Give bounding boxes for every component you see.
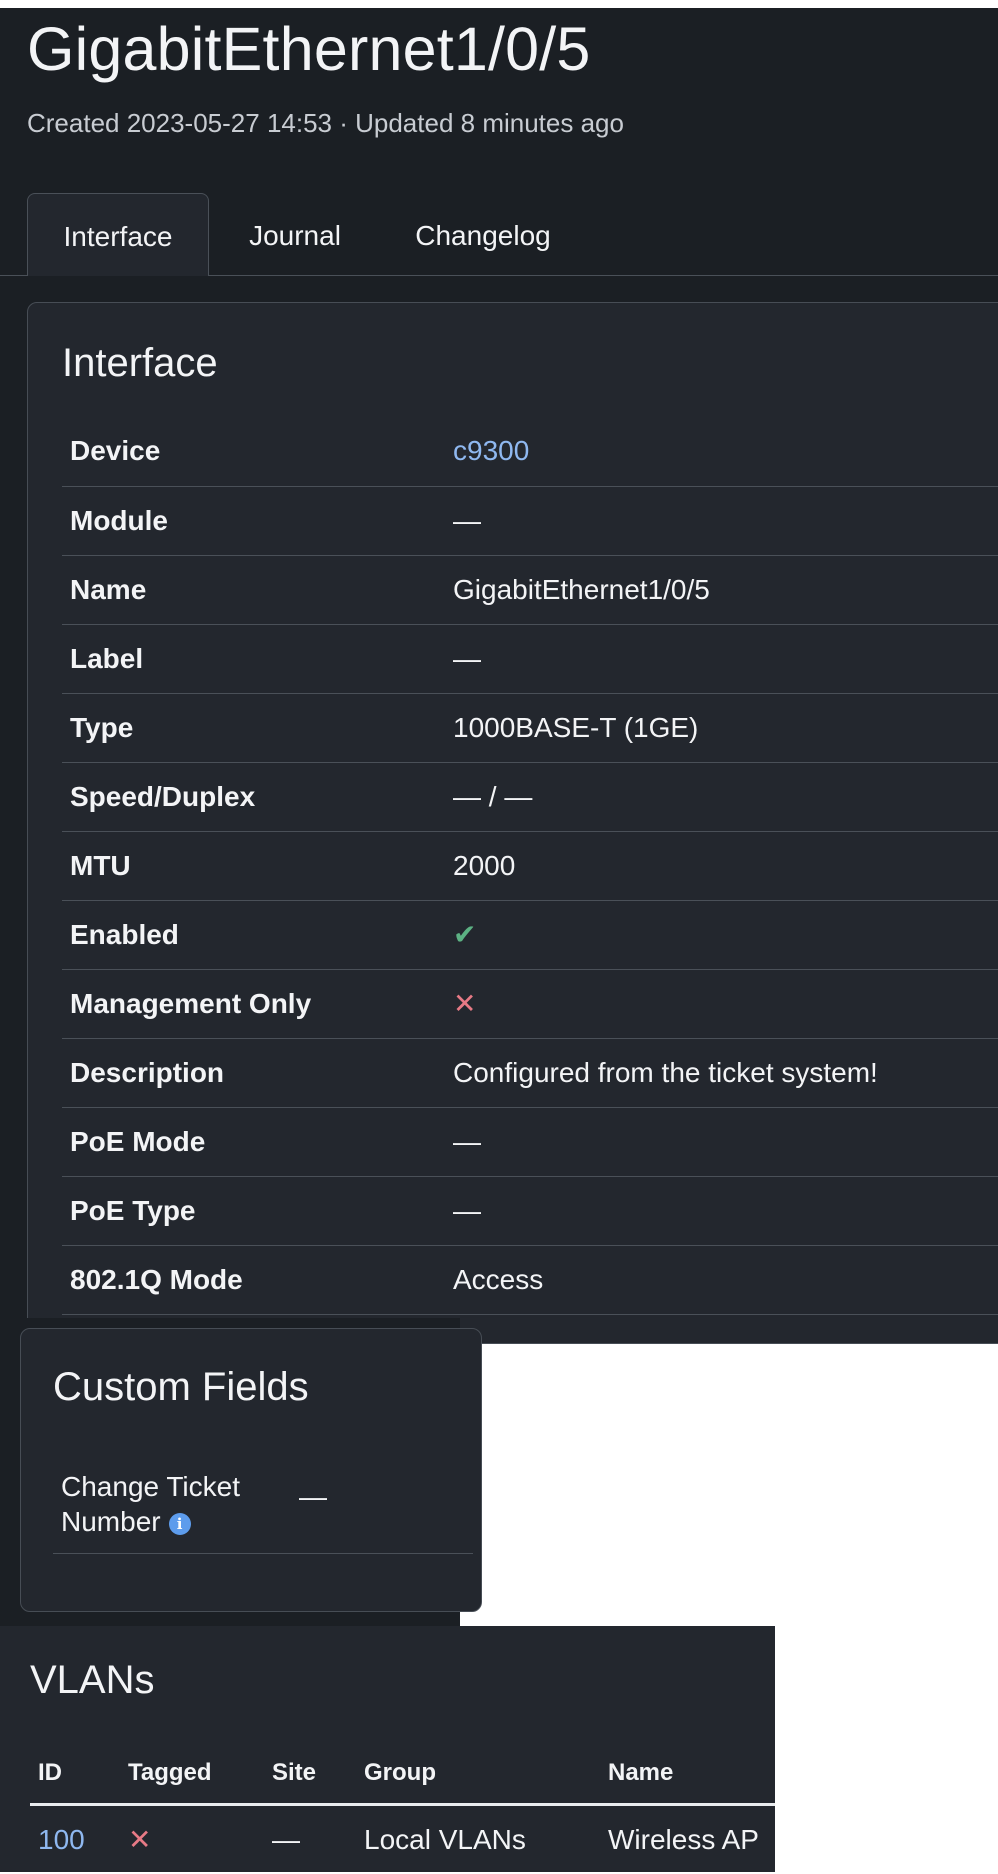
attr-label: Speed/Duplex [70,780,256,812]
vlan-site-cell: — [272,1823,300,1855]
custom-fields-card: Custom Fields Change Ticket Number i — [20,1328,482,1612]
attr-label: Label [70,642,144,674]
attr-row-device: Device c9300 [62,417,998,486]
vlan-group-cell: Local VLANs [364,1823,526,1855]
checkmark-icon: ✔ [453,919,477,950]
column-header-tagged[interactable]: Tagged [120,1744,264,1804]
attr-label: Enabled [70,918,179,950]
attr-row-module: Module — [62,486,998,555]
attr-row-mtu: MTU 2000 [62,831,998,900]
attr-row-name: Name GigabitEthernet1/0/5 [62,555,998,624]
vlan-tagged-cell: ✕ [120,1804,264,1874]
page-subtitle: Created 2023-05-27 14:53 · Updated 8 min… [27,108,624,138]
attr-value: — [453,504,481,536]
interface-card: Interface Device c9300 Module — Name Gig… [27,302,998,1344]
column-header-name[interactable]: Name [600,1744,775,1804]
tab-bar: Interface Journal Changelog [0,193,998,276]
attr-label: Device [70,435,161,467]
column-header-id[interactable]: ID [30,1744,120,1804]
custom-field-name: Change Ticket Number [61,1471,240,1537]
attr-row-label: Label — [62,624,998,693]
attr-label: PoE Type [70,1194,196,1226]
row-divider [53,1553,473,1554]
attr-label: Management Only [70,987,312,1019]
attr-row-speed-duplex: Speed/Duplex — / — [62,762,998,831]
vlan-id-link[interactable]: 100 [38,1824,85,1855]
attr-value: — [453,1194,481,1226]
column-header-group[interactable]: Group [356,1744,600,1804]
attr-label: Name [70,573,147,605]
tab-journal[interactable]: Journal [228,193,362,275]
attr-row-management-only: Management Only ✕ [62,969,998,1038]
vlan-name-cell: Wireless AP [608,1823,759,1855]
attr-label: Description [70,1056,225,1088]
attr-label: Module [70,504,168,536]
attr-value: Access [453,1263,544,1295]
attr-row-poe-type: PoE Type — [62,1176,998,1245]
attr-value: 1000BASE-T (1GE) [453,711,699,743]
card-title: VLANs [30,1658,155,1702]
attr-value: ✕ [453,969,998,1038]
attr-label: PoE Mode [70,1125,206,1157]
attr-value: Configured from the ticket system! [453,1056,878,1088]
vlan-id-cell: 100 [30,1804,120,1874]
vlans-section: VLANs ID Tagged Site Group Name 100 ✕ — … [0,1626,775,1872]
attr-value: ✔ [453,900,998,969]
attr-row-type: Type 1000BASE-T (1GE) [62,693,998,762]
attr-label: MTU [70,849,131,881]
table-header-row: ID Tagged Site Group Name [30,1744,775,1804]
card-title: Interface [62,341,218,385]
page-title: GigabitEthernet1/0/5 [27,15,591,83]
tab-interface[interactable]: Interface [27,193,209,276]
attr-label: 802.1Q Mode [70,1263,243,1295]
interface-attributes-table: Device c9300 Module — Name GigabitEthern… [62,417,998,1315]
attr-value: — / — [453,780,533,812]
table-row: 100 ✕ — Local VLANs Wireless AP [30,1804,775,1874]
attr-value: 2000 [453,849,516,881]
column-header-site[interactable]: Site [264,1744,356,1804]
device-link[interactable]: c9300 [453,435,529,466]
attr-value: — [453,642,481,674]
attr-row-poe-mode: PoE Mode — [62,1107,998,1176]
vlans-table: ID Tagged Site Group Name 100 ✕ — Local … [30,1744,775,1874]
info-icon[interactable]: i [168,1512,191,1535]
attr-value: — [453,1125,481,1157]
attr-row-description: Description Configured from the ticket s… [62,1038,998,1107]
custom-fields-section: Custom Fields Change Ticket Number i — [0,1318,482,1626]
attr-row-8021q-mode: 802.1Q Mode Access [62,1245,998,1314]
custom-field-value: — [299,1481,327,1512]
tab-changelog[interactable]: Changelog [398,193,568,275]
cross-icon: ✕ [453,988,477,1019]
attr-value: GigabitEthernet1/0/5 [453,573,710,605]
attr-label: Type [70,711,134,743]
cross-icon: ✕ [128,1824,152,1855]
attr-value: c9300 [453,417,998,486]
object-detail-view: GigabitEthernet1/0/5 Created 2023-05-27 … [0,8,998,1344]
attr-row-enabled: Enabled ✔ [62,900,998,969]
custom-field-label: Change Ticket Number i [61,1469,281,1539]
card-title: Custom Fields [53,1365,309,1409]
